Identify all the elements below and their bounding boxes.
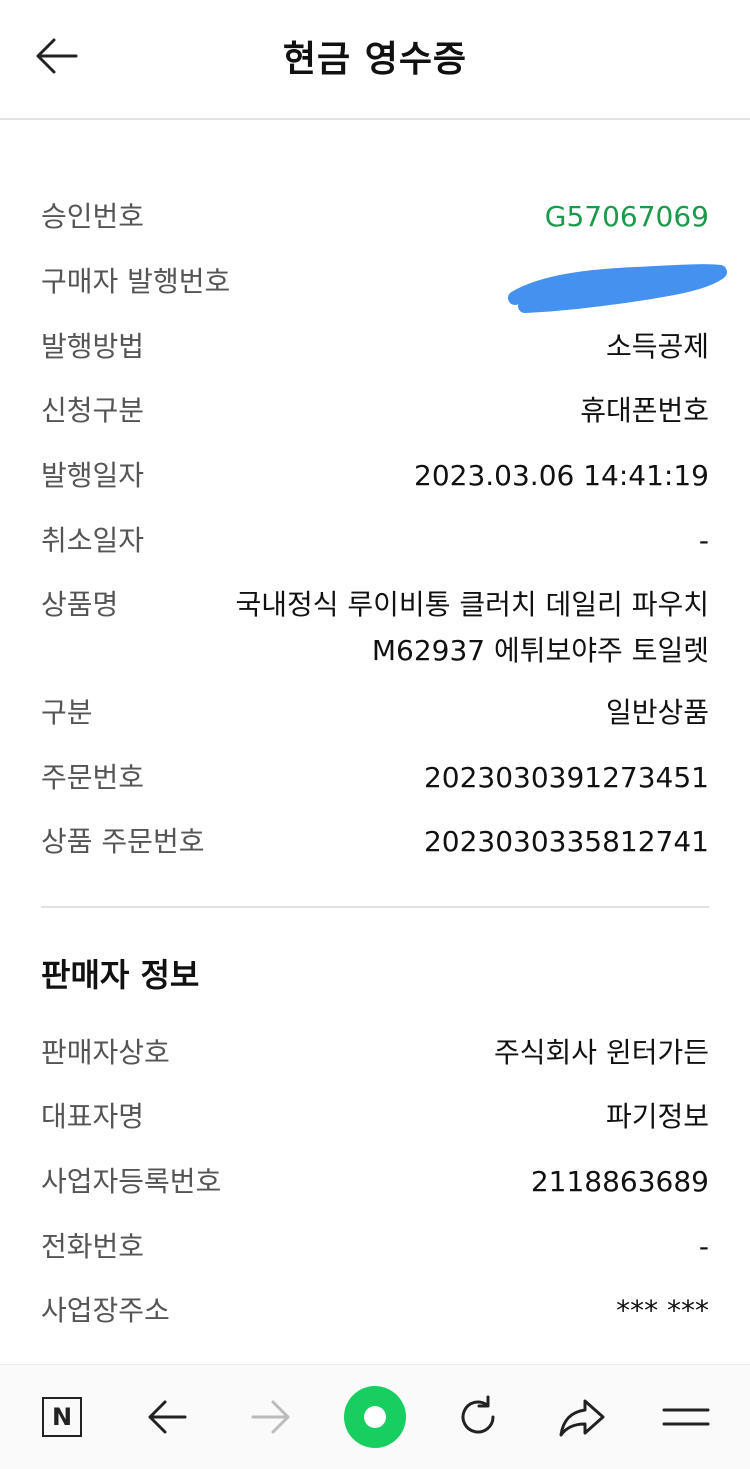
row-business-name: 판매자상호 주식회사 윈터가든	[41, 1028, 709, 1078]
category-label: 구분	[41, 696, 93, 729]
buyer-issue-number-label: 구매자 발행번호	[41, 265, 231, 298]
category-value: 일반상품	[605, 696, 709, 729]
nav-forward-button[interactable]	[241, 1387, 301, 1447]
business-name-value: 주식회사 윈터가든	[494, 1036, 709, 1069]
product-order-number-value: 2023030335812741	[423, 825, 709, 858]
business-reg-number-value: 2118863689	[530, 1165, 709, 1198]
product-name-value: 국내정식 루이비통 클러치 데일리 파우치 M62937 에튀보야주 토일렛	[235, 588, 709, 667]
cancel-date-value: -	[698, 524, 709, 557]
request-type-label: 신청구분	[41, 394, 145, 427]
issue-method-label: 발행방법	[41, 330, 145, 363]
business-name-label: 판매자상호	[41, 1036, 170, 1069]
row-approval-number: 승인번호 G57067069	[41, 192, 709, 242]
approval-number-label: 승인번호	[41, 200, 145, 233]
address-label: 사업장주소	[41, 1294, 170, 1327]
n-home-icon: N	[42, 1397, 82, 1437]
app-header: 현금 영수증	[0, 0, 750, 120]
bottom-nav-bar: N	[0, 1364, 750, 1469]
row-business-reg-number: 사업자등록번호 2118863689	[41, 1157, 709, 1207]
representative-label: 대표자명	[41, 1100, 145, 1133]
row-product-order-number: 상품 주문번호 2023030335812741	[41, 817, 709, 867]
row-cancel-date: 취소일자 -	[41, 516, 709, 566]
representative-value: 파기정보	[605, 1100, 709, 1133]
row-issue-date: 발행일자 2023.03.06 14:41:19	[41, 451, 709, 501]
address-value: *** ***	[616, 1294, 709, 1327]
issue-date-value: 2023.03.06 14:41:19	[414, 459, 709, 492]
share-button[interactable]	[552, 1387, 612, 1447]
section-divider	[41, 906, 709, 908]
naver-home-button[interactable]: N	[32, 1387, 92, 1447]
row-product-name: 상품명 국내정식 루이비통 클러치 데일리 파우치 M62937 에튀보야주 토…	[41, 580, 709, 676]
page-title: 현금 영수증	[282, 39, 468, 80]
menu-icon	[662, 1408, 710, 1426]
nav-back-button[interactable]	[137, 1387, 197, 1447]
row-order-number: 주문번호 2023030391273451	[41, 753, 709, 803]
row-phone: 전화번호 -	[41, 1222, 709, 1272]
back-arrow-icon	[148, 1400, 187, 1434]
phone-value: -	[698, 1230, 709, 1263]
business-reg-number-label: 사업자등록번호	[41, 1165, 222, 1198]
refresh-icon	[461, 1395, 495, 1434]
product-name-label: 상품명	[41, 588, 119, 621]
request-type-value: 휴대폰번호	[580, 394, 709, 427]
approval-number-value: G57067069	[544, 200, 709, 233]
green-dot-icon	[344, 1386, 406, 1448]
row-representative: 대표자명 파기정보	[41, 1092, 709, 1142]
row-address: 사업장주소 *** ***	[41, 1286, 709, 1336]
redaction-scribble	[508, 264, 727, 313]
green-dot-button[interactable]	[343, 1385, 407, 1449]
order-number-value: 2023030391273451	[423, 761, 709, 794]
refresh-button[interactable]	[448, 1387, 508, 1447]
product-order-number-label: 상품 주문번호	[41, 825, 205, 858]
order-number-label: 주문번호	[41, 761, 145, 794]
row-issue-method: 발행방법 소득공제	[41, 322, 709, 372]
issue-date-label: 발행일자	[41, 459, 145, 492]
row-request-type: 신청구분 휴대폰번호	[41, 386, 709, 436]
forward-arrow-icon	[251, 1400, 290, 1434]
row-category: 구분 일반상품	[41, 688, 709, 738]
menu-button[interactable]	[656, 1387, 716, 1447]
cancel-date-label: 취소일자	[41, 524, 145, 557]
seller-section-title: 판매자 정보	[41, 956, 200, 994]
share-icon	[559, 1399, 605, 1437]
phone-label: 전화번호	[41, 1230, 145, 1263]
issue-method-value: 소득공제	[605, 330, 709, 363]
